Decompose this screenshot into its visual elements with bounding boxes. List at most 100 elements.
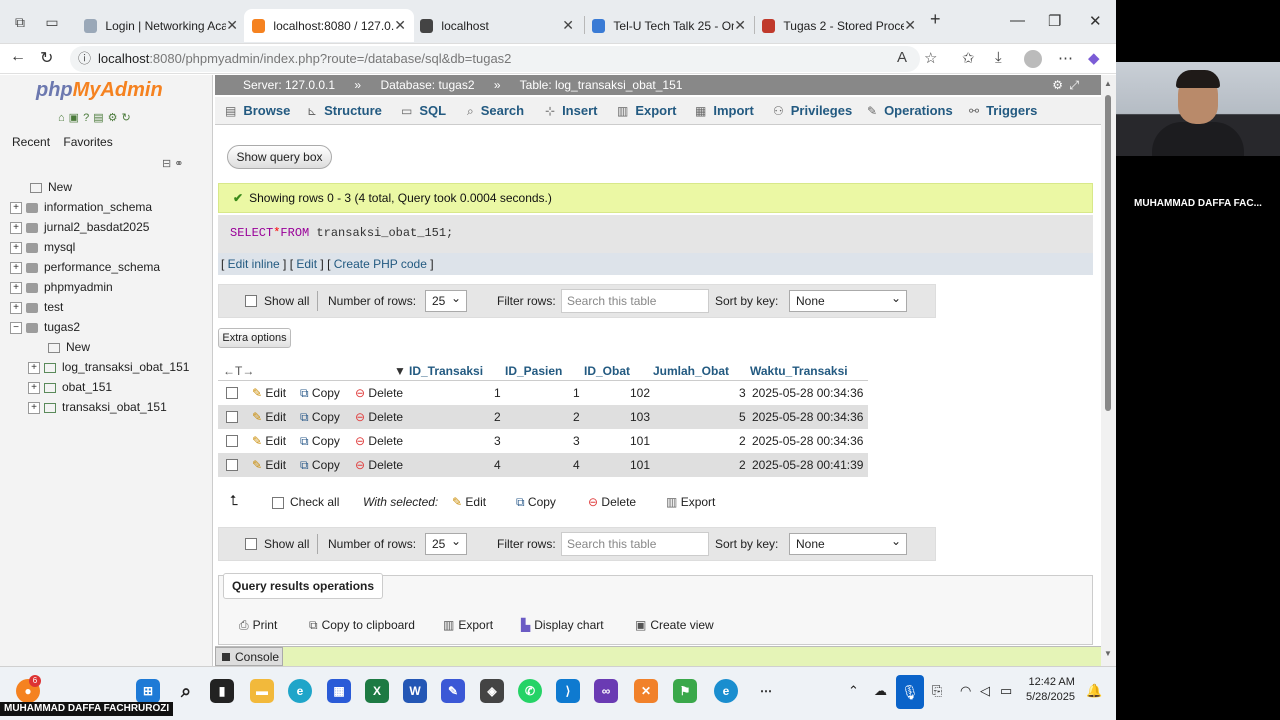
show-query-box-button[interactable]: Show query box [227, 145, 332, 169]
column-header[interactable]: ID_Transaksi [409, 364, 483, 378]
clipboard-icon[interactable]: ⎘ [932, 683, 942, 699]
tree-item-tugas2[interactable]: − tugas2 [10, 317, 189, 337]
close-icon[interactable]: ✕ [394, 17, 406, 34]
excel-icon[interactable]: X [365, 679, 389, 703]
word-icon[interactable]: W [403, 679, 427, 703]
row-copy-button[interactable]: ⧉ Copy [300, 453, 340, 477]
tree-item-performance-schema[interactable]: + performance_schema [10, 257, 189, 277]
row-copy-button[interactable]: ⧉ Copy [300, 405, 340, 429]
window-close-icon[interactable]: ✕ [1089, 12, 1102, 30]
breadcrumb-table[interactable]: Table: log_transaksi_obat_151 [520, 78, 683, 92]
reload-icon[interactable]: ↻ [121, 112, 134, 124]
cell-id-transaksi[interactable]: 2 [494, 405, 501, 429]
minimize-icon[interactable]: — [1010, 12, 1025, 29]
docs-icon[interactable]: ▤ [93, 112, 107, 124]
expand-icon[interactable]: + [10, 221, 22, 234]
tree-item-mysql[interactable]: + mysql [10, 237, 189, 257]
row-delete-button[interactable]: ⊖ Delete [355, 453, 403, 477]
store-icon[interactable]: ▦ [327, 679, 351, 703]
column-header[interactable]: ID_Pasien [505, 364, 562, 378]
row-delete-button[interactable]: ⊖ Delete [355, 405, 403, 429]
app-flag-icon[interactable]: ⚑ [673, 679, 697, 703]
export-link[interactable]: ▥ Export [443, 618, 493, 632]
tree-item-transaksi[interactable]: + transaksi_obat_151 [10, 397, 189, 417]
print-link[interactable]: ⎙ Print [239, 618, 277, 633]
tree-item-new[interactable]: New [10, 177, 189, 197]
filter-rows-input[interactable]: Search this table [561, 289, 709, 313]
tree-item-log-transaksi[interactable]: + log_transaksi_obat_151 [10, 357, 189, 377]
breadcrumb-server[interactable]: Server: 127.0.0.1 [243, 78, 335, 92]
cell-id-pasien[interactable]: 1 [573, 381, 580, 405]
create-view-link[interactable]: ▣ Create view [635, 618, 714, 632]
close-icon[interactable]: ✕ [734, 17, 746, 34]
tree-item-tugas2-new[interactable]: New [10, 337, 189, 357]
row-delete-button[interactable]: ⊖ Delete [355, 381, 403, 405]
scroll-thumb[interactable] [1105, 95, 1111, 411]
expand-icon[interactable]: + [28, 381, 40, 394]
sort-by-key-select[interactable]: None [789, 531, 907, 555]
column-header[interactable]: Waktu_Transaksi [750, 364, 848, 378]
row-edit-button[interactable]: ✎ Edit [252, 453, 286, 477]
workspaces-icon[interactable]: ⧉ [9, 11, 31, 33]
file-explorer-icon[interactable]: ▬ [250, 679, 274, 703]
help-icon[interactable]: ? [83, 112, 93, 124]
expand-icon[interactable]: + [10, 261, 22, 274]
start-icon[interactable]: ⊞ [136, 679, 160, 703]
downloads-icon[interactable]: ⤓ [995, 49, 1002, 66]
home-icon[interactable]: ⌂ [58, 112, 69, 124]
menu-search[interactable]: ⌕ Search [467, 103, 524, 119]
expand-icon[interactable]: + [10, 241, 22, 254]
tree-item-obat[interactable]: + obat_151 [10, 377, 189, 397]
menu-insert[interactable]: ⊹ Insert [545, 103, 597, 118]
cell-waktu[interactable]: 2025-05-28 00:41:39 [752, 453, 863, 477]
new-tab-button[interactable]: + [930, 9, 941, 30]
tab-actions-icon[interactable]: ▭ [41, 11, 63, 33]
tree-item-phpmyadmin[interactable]: + phpmyadmin [10, 277, 189, 297]
pen-app-icon[interactable]: ✎ [441, 679, 465, 703]
column-header[interactable]: Jumlah_Obat [653, 364, 729, 378]
expand-icon[interactable]: + [28, 401, 40, 414]
row-delete-button[interactable]: ⊖ Delete [355, 429, 403, 453]
cell-jumlah[interactable]: 5 [739, 405, 746, 429]
whatsapp-icon[interactable]: ✆ [518, 679, 542, 703]
close-icon[interactable]: ✕ [904, 17, 916, 34]
close-icon[interactable]: ✕ [226, 17, 238, 34]
tree-item-jurnal2[interactable]: + jurnal2_basdat2025 [10, 217, 189, 237]
visual-studio-icon[interactable]: ∞ [594, 679, 618, 703]
microphone-icon[interactable]: 🎙 [896, 675, 924, 709]
edit-inline-link[interactable]: Edit inline [228, 257, 280, 271]
profile-avatar[interactable] [1024, 50, 1042, 68]
edge-icon[interactable]: e [288, 679, 312, 703]
bulk-delete-button[interactable]: ⊖ Delete [588, 495, 636, 509]
tray-overflow-icon[interactable]: ⌃ [848, 683, 859, 699]
cell-id-pasien[interactable]: 3 [573, 429, 580, 453]
scroll-up-icon[interactable]: ▲ [1104, 79, 1112, 88]
cell-waktu[interactable]: 2025-05-28 00:34:36 [752, 381, 863, 405]
url-field[interactable]: ⓘ localhost:8080/phpmyadmin/index.php?ro… [70, 46, 920, 72]
row-copy-button[interactable]: ⧉ Copy [300, 429, 340, 453]
cell-id-obat[interactable]: 102 [630, 381, 650, 405]
favorites-icon[interactable]: ✩ [962, 49, 975, 67]
cell-id-transaksi[interactable]: 1 [494, 381, 501, 405]
collapse-icon[interactable]: − [10, 321, 22, 334]
app-icon[interactable]: ◈ [480, 679, 504, 703]
row-checkbox[interactable] [226, 435, 238, 447]
check-all-label[interactable]: Check all [290, 495, 339, 509]
menu-sql[interactable]: ▭ SQL [401, 103, 446, 118]
bulk-copy-button[interactable]: ⧉ Copy [516, 495, 556, 510]
menu-structure[interactable]: ⊾ Structure [307, 103, 382, 118]
tree-item-information-schema[interactable]: + information_schema [10, 197, 189, 217]
number-of-rows-select[interactable]: 25 [425, 531, 467, 555]
menu-privileges[interactable]: ⚇ Privileges [773, 103, 852, 118]
xampp-icon[interactable]: ✕ [634, 679, 658, 703]
cell-waktu[interactable]: 2025-05-28 00:34:36 [752, 429, 863, 453]
tab-localhost[interactable]: localhost ✕ [412, 9, 582, 42]
expand-icon[interactable]: + [10, 201, 22, 214]
check-all-checkbox[interactable] [272, 497, 284, 509]
cell-id-pasien[interactable]: 2 [573, 405, 580, 429]
extra-options-button[interactable]: Extra options [218, 328, 291, 348]
favorite-star-icon[interactable]: ☆ [924, 49, 937, 67]
menu-browse[interactable]: ▤ Browse [225, 103, 290, 118]
restore-icon[interactable]: ❐ [1048, 12, 1061, 30]
expand-icon[interactable]: + [10, 301, 22, 314]
